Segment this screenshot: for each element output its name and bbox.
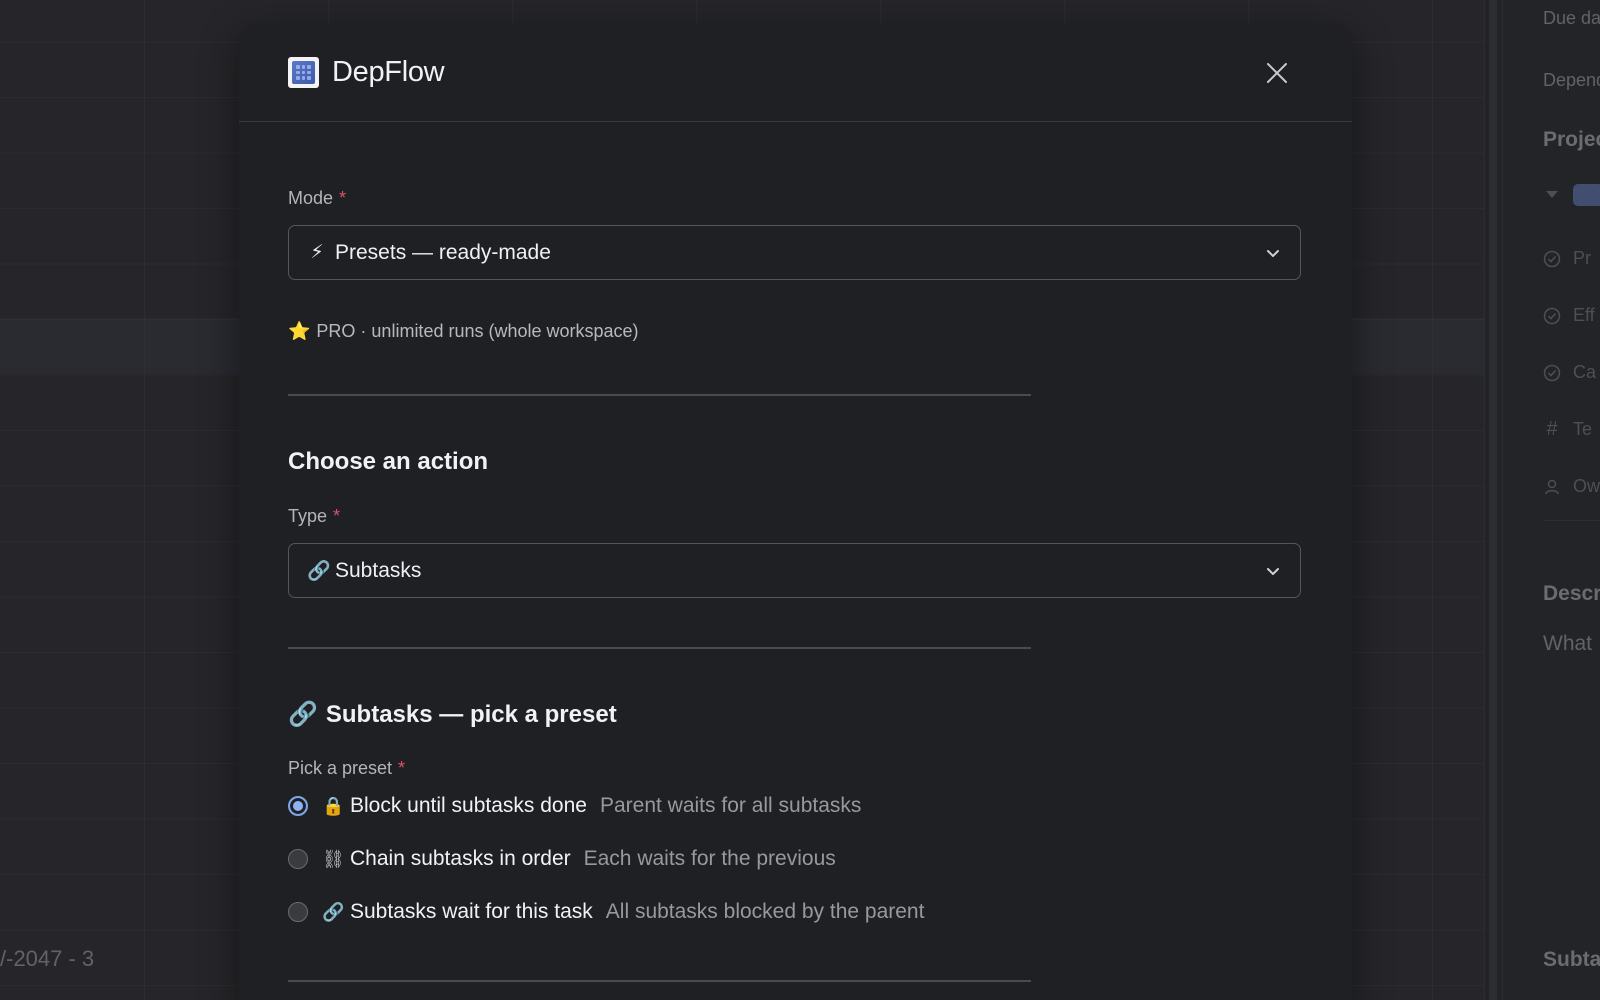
mode-label-text: Mode — [288, 188, 334, 208]
required-marker: * — [333, 506, 341, 526]
chain-icon: ⛓ — [322, 848, 345, 869]
mode-select-value: Presets — ready-made — [335, 240, 551, 264]
preset-option-title: Block until subtasks done — [350, 794, 587, 817]
radio-button[interactable] — [288, 902, 308, 922]
preset-option-title: Chain subtasks in order — [350, 847, 571, 870]
dialog-title: DepFlow — [332, 56, 445, 88]
link-icon: 🔗 — [307, 560, 331, 582]
depflow-dialog: DepFlow Mode * ⚡ Presets — ready-made ⭐ … — [239, 24, 1352, 1000]
mode-label: Mode * — [288, 188, 346, 209]
lock-icon: 🔒 — [322, 795, 345, 816]
preset-option-description: Each waits for the previous — [583, 847, 836, 870]
lightning-icon: ⚡ — [310, 242, 324, 263]
section-divider — [288, 647, 1031, 649]
type-select[interactable]: 🔗 Subtasks — [288, 543, 1301, 598]
star-icon: ⭐ — [288, 321, 311, 341]
link-icon: 🔗 — [322, 901, 345, 922]
type-select-value: Subtasks — [335, 558, 422, 582]
mode-select[interactable]: ⚡ Presets — ready-made — [288, 225, 1301, 280]
radio-button-checked[interactable] — [288, 796, 308, 816]
preset-option-wait-for-this-task[interactable]: 🔗 Subtasks wait for this task All subtas… — [288, 900, 924, 924]
link-icon: 🔗 — [288, 701, 318, 728]
type-label: Type * — [288, 506, 340, 527]
preset-option-description: All subtasks blocked by the parent — [605, 900, 925, 923]
close-button[interactable] — [1262, 58, 1292, 88]
dialog-header: DepFlow — [239, 24, 1352, 122]
preset-option-chain-in-order[interactable]: ⛓ Chain subtasks in order Each waits for… — [288, 847, 836, 871]
preset-label-text: Pick a preset — [288, 758, 393, 778]
chevron-down-icon — [1267, 250, 1279, 257]
chevron-down-icon — [1267, 568, 1279, 575]
preset-option-title: Subtasks wait for this task — [350, 900, 593, 923]
required-marker: * — [339, 188, 347, 208]
type-label-text: Type — [288, 506, 328, 526]
preset-section-heading: 🔗 Subtasks — pick a preset — [288, 700, 617, 729]
plan-info: ⭐ PRO · unlimited runs (whole workspace) — [288, 321, 639, 342]
plan-info-text: PRO · unlimited runs (whole workspace) — [316, 321, 639, 341]
required-marker: * — [398, 758, 406, 778]
preset-option-block-until-done[interactable]: 🔒 Block until subtasks done Parent waits… — [288, 794, 861, 818]
preset-option-description: Parent waits for all subtasks — [599, 794, 862, 817]
section-divider — [288, 394, 1031, 396]
preset-section-title: Subtasks — pick a preset — [325, 700, 617, 728]
preset-label: Pick a preset * — [288, 758, 405, 779]
radio-button[interactable] — [288, 849, 308, 869]
close-icon — [1267, 63, 1287, 83]
depflow-logo-icon — [288, 57, 319, 88]
choose-action-heading: Choose an action — [288, 448, 489, 475]
section-divider — [288, 980, 1031, 982]
